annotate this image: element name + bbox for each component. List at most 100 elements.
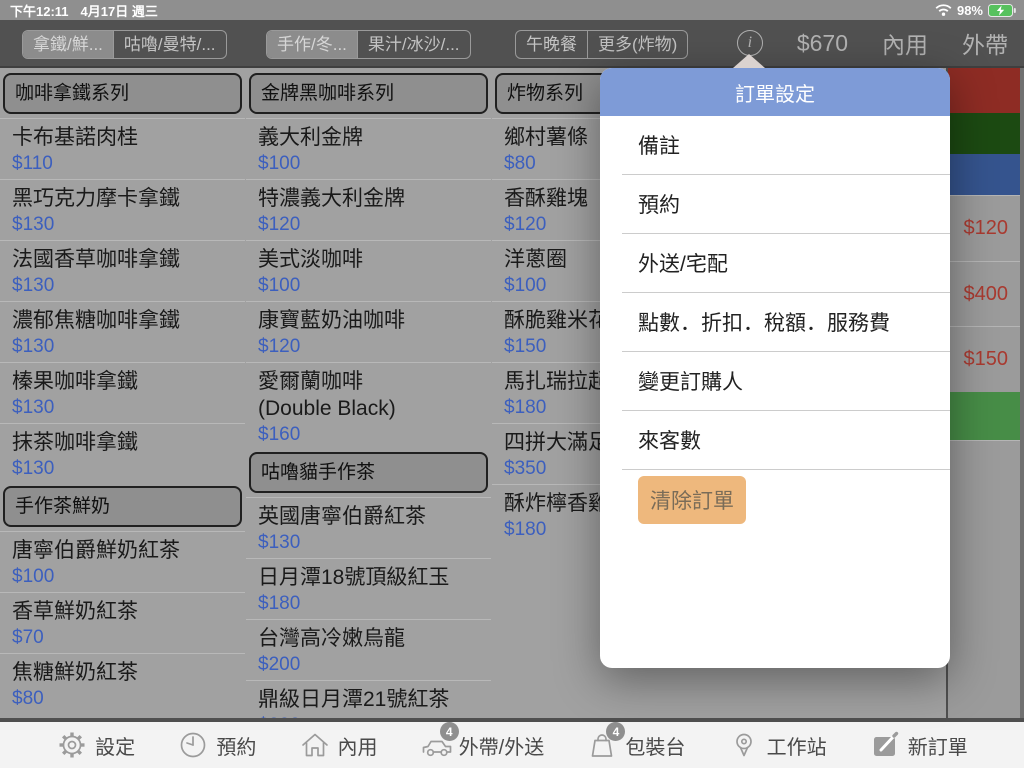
menu-item[interactable]: 焦糖鮮奶紅茶$80 xyxy=(0,653,245,714)
category-tab[interactable]: 更多(炸物) xyxy=(587,31,687,58)
menu-item-price: $200 xyxy=(258,652,491,677)
menu-item[interactable]: 義大利金牌$100 xyxy=(246,118,491,179)
menu-item-price: $130 xyxy=(12,212,245,237)
menu-item[interactable]: 日月潭18號頂級紅玉$180 xyxy=(246,558,491,619)
menu-item[interactable]: 唐寧伯爵鮮奶紅茶$100 xyxy=(0,531,245,592)
menu-item-name: 黑巧克力摩卡拿鐵 xyxy=(12,185,245,212)
popover-item[interactable]: 點數．折扣．稅額．服務費 xyxy=(622,293,950,352)
menu-item-price: $120 xyxy=(258,212,491,237)
category-tab[interactable]: 午晚餐 xyxy=(516,31,587,58)
menu-item-name: 英國唐寧伯爵紅茶 xyxy=(258,503,491,530)
compose-icon xyxy=(869,729,901,761)
menu-item-price: $110 xyxy=(12,151,245,176)
popover-item[interactable]: 清除訂單 xyxy=(622,470,950,529)
pin-icon xyxy=(728,729,760,761)
menu-item-price: $160 xyxy=(258,422,491,447)
gear-icon xyxy=(56,729,88,761)
order-row[interactable] xyxy=(948,68,1020,113)
menu-item[interactable]: 英國唐寧伯爵紅茶$130 xyxy=(246,497,491,558)
car-icon: 4 xyxy=(420,729,452,761)
menu-category-header[interactable]: 金牌黑咖啡系列 xyxy=(249,73,488,114)
category-tab[interactable]: 果汁/冰沙/... xyxy=(357,31,470,58)
menu-item-name: 焦糖鮮奶紅茶 xyxy=(12,659,245,686)
menu-item-price: $100 xyxy=(12,564,245,589)
menu-item-price: $80 xyxy=(12,686,245,711)
count-badge: 4 xyxy=(606,722,625,741)
status-time: 下午12:11 xyxy=(10,1,69,20)
menu-item-price: $130 xyxy=(258,530,491,555)
menu-item-price: $180 xyxy=(258,591,491,616)
order-list-panel[interactable]: $120$400$150 xyxy=(946,68,1024,718)
order-total: $670 xyxy=(797,30,848,57)
menu-item[interactable]: 康寶藍奶油咖啡$120 xyxy=(246,301,491,362)
order-row[interactable] xyxy=(948,392,1020,440)
bottom-toolbar-item[interactable]: 新訂單 xyxy=(869,729,968,761)
menu-item[interactable]: 榛果咖啡拿鐵$130 xyxy=(0,362,245,423)
menu-item-name: 美式淡咖啡 xyxy=(258,246,491,273)
bottom-toolbar-item[interactable]: 4外帶/外送 xyxy=(420,729,545,761)
menu-item-price: $70 xyxy=(12,625,245,650)
menu-item[interactable]: 黑巧克力摩卡拿鐵$130 xyxy=(0,179,245,240)
bottom-toolbar-item[interactable]: 預約 xyxy=(177,729,256,761)
menu-item[interactable]: 鼎級日月潭21號紅茶$300 xyxy=(246,680,491,718)
popover-item-label: 外送/宅配 xyxy=(638,248,728,278)
menu-item-name: 鼎級日月潭21號紅茶 xyxy=(258,686,491,713)
order-row[interactable]: $400 xyxy=(948,261,1020,326)
bottom-toolbar-item[interactable]: 設定 xyxy=(56,729,135,761)
menu-item-price: $130 xyxy=(12,395,245,420)
bottom-toolbar-label: 設定 xyxy=(95,731,135,760)
category-tab[interactable]: 咕嚕/曼特/... xyxy=(113,31,226,58)
menu-item-name: 日月潭18號頂級紅玉 xyxy=(258,564,491,591)
popover-item[interactable]: 預約 xyxy=(622,175,950,234)
popover-item[interactable]: 變更訂購人 xyxy=(622,352,950,411)
bottom-toolbar-label: 預約 xyxy=(216,731,256,760)
order-row[interactable] xyxy=(948,154,1020,195)
popover-item-label: 變更訂購人 xyxy=(638,366,743,396)
menu-item-name: 榛果咖啡拿鐵 xyxy=(12,368,245,395)
category-tab[interactable]: 手作/冬... xyxy=(267,31,357,58)
menu-item[interactable]: 濃郁焦糖咖啡拿鐵$130 xyxy=(0,301,245,362)
popover-item[interactable]: 外送/宅配 xyxy=(622,234,950,293)
bottom-toolbar-item[interactable]: 4包裝台 xyxy=(586,729,685,761)
wifi-icon xyxy=(935,4,952,16)
menu-item[interactable]: 卡布基諾肉桂$110 xyxy=(0,118,245,179)
bottom-toolbar-label: 新訂單 xyxy=(908,731,968,760)
order-row[interactable]: $120 xyxy=(948,195,1020,261)
dine-in-button[interactable]: 內用 xyxy=(882,26,928,60)
menu-item[interactable]: 愛爾蘭咖啡 (Double Black)$160 xyxy=(246,362,491,450)
pos-app-screen: 下午12:11 4月17日 週三 98% 拿鐵/鮮...咕 xyxy=(0,0,1024,768)
menu-item-name: 愛爾蘭咖啡 (Double Black) xyxy=(258,368,491,422)
menu-item[interactable]: 法國香草咖啡拿鐵$130 xyxy=(0,240,245,301)
menu-item[interactable]: 香草鮮奶紅茶$70 xyxy=(0,592,245,653)
bottom-toolbar: 設定 預約 內用 4外帶/外送 4包裝台 工作站 新訂單 xyxy=(0,722,1024,768)
menu-category-header[interactable]: 咕嚕貓手作茶 xyxy=(249,452,488,493)
takeout-button[interactable]: 外帶 xyxy=(962,26,1008,60)
popover-item[interactable]: 來客數 xyxy=(622,411,950,470)
menu-item[interactable]: 抹茶咖啡拿鐵$130 xyxy=(0,423,245,484)
order-settings-popover: 訂單設定 備註預約外送/宅配點數．折扣．稅額．服務費變更訂購人來客數清除訂單 xyxy=(600,68,950,668)
menu-category-header[interactable]: 手作茶鮮奶 xyxy=(3,486,242,527)
clock-icon xyxy=(177,729,209,761)
category-segmented-control-1: 拿鐵/鮮...咕嚕/曼特/... xyxy=(22,30,227,59)
battery-percent: 98% xyxy=(957,3,983,18)
menu-item[interactable]: 美式淡咖啡$100 xyxy=(246,240,491,301)
menu-item-name: 唐寧伯爵鮮奶紅茶 xyxy=(12,537,245,564)
status-date: 4月17日 週三 xyxy=(81,1,158,20)
popover-item[interactable]: 備註 xyxy=(622,116,950,175)
order-row[interactable]: $150 xyxy=(948,326,1020,392)
order-info-button[interactable]: i xyxy=(737,30,763,56)
category-tab[interactable]: 拿鐵/鮮... xyxy=(23,31,113,58)
menu-item[interactable]: 台灣高冷嫩烏龍$200 xyxy=(246,619,491,680)
menu-item-name: 香草鮮奶紅茶 xyxy=(12,598,245,625)
popover-item-highlighted-label: 清除訂單 xyxy=(638,476,746,524)
popover-title: 訂單設定 xyxy=(600,68,950,116)
house-icon xyxy=(299,729,331,761)
bottom-toolbar-item[interactable]: 工作站 xyxy=(728,729,827,761)
popover-item-label: 來客數 xyxy=(638,425,701,455)
menu-item-price: $130 xyxy=(12,334,245,359)
bottom-toolbar-item[interactable]: 內用 xyxy=(299,729,378,761)
menu-item[interactable]: 特濃義大利金牌$120 xyxy=(246,179,491,240)
order-row[interactable] xyxy=(948,113,1020,154)
popover-arrow xyxy=(733,54,765,68)
menu-category-header[interactable]: 咖啡拿鐵系列 xyxy=(3,73,242,114)
